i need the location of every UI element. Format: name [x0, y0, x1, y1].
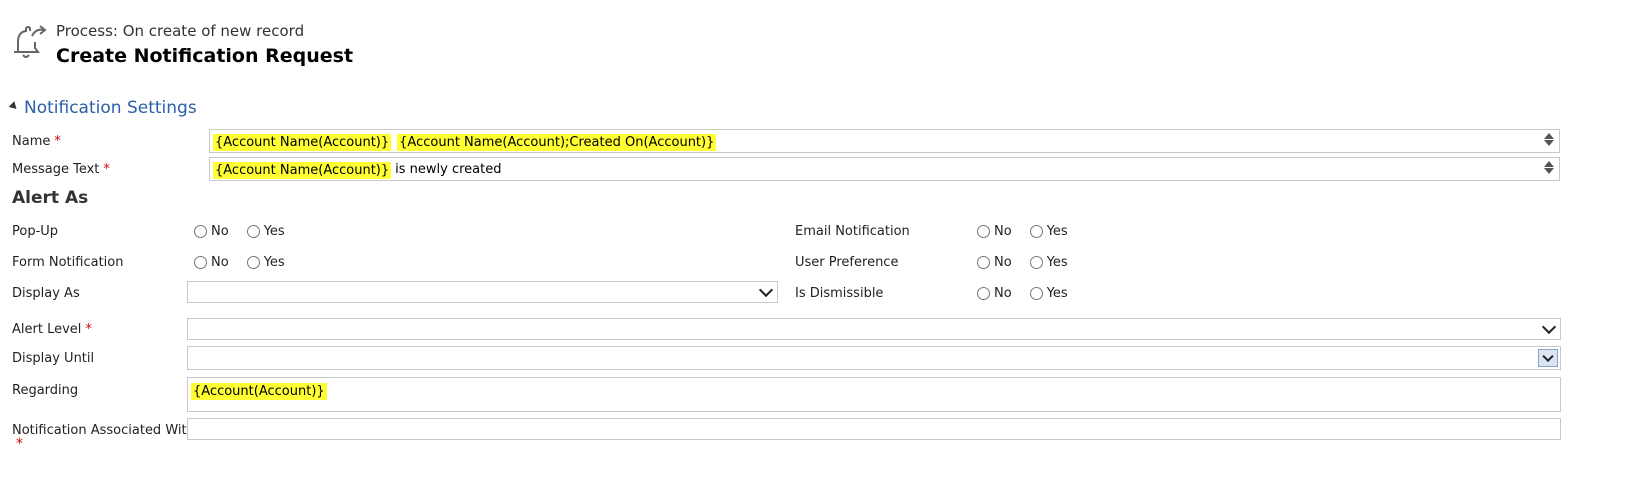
chevron-down-icon[interactable]: [1542, 350, 1554, 363]
option-label: Yes: [1046, 255, 1068, 270]
section-label: Notification Settings: [24, 98, 197, 118]
spinner-icon[interactable]: [1543, 160, 1555, 178]
popup-yes-option[interactable]: Yes: [246, 224, 285, 239]
option-label: Yes: [1046, 286, 1068, 301]
notification-associated-with-field[interactable]: [187, 418, 1561, 440]
option-label: Yes: [263, 224, 285, 239]
form-notification-no-option[interactable]: No: [194, 255, 229, 270]
option-label: No: [994, 286, 1012, 301]
radio-icon[interactable]: [1029, 287, 1043, 300]
radio-icon[interactable]: [977, 287, 990, 300]
radio-icon[interactable]: [977, 225, 990, 238]
option-label: Yes: [263, 255, 285, 270]
option-label: No: [994, 255, 1012, 270]
email-notification-label: Email Notification: [795, 224, 910, 239]
is-dismissible-radio-group: No Yes: [977, 286, 1082, 301]
radio-icon[interactable]: [1029, 256, 1043, 269]
message-label: Message Text *: [12, 162, 110, 177]
name-field[interactable]: {Account Name(Account)} {Account Name(Ac…: [209, 129, 1560, 153]
email-notification-yes-option[interactable]: Yes: [1029, 224, 1068, 239]
option-label: Yes: [1046, 224, 1068, 239]
name-label-text: Name: [12, 134, 51, 149]
regarding-field[interactable]: {Account(Account)}: [187, 377, 1561, 412]
alert-level-select[interactable]: [187, 318, 1561, 340]
required-marker: *: [54, 134, 61, 149]
form-notification-yes-option[interactable]: Yes: [246, 255, 285, 270]
user-preference-no-option[interactable]: No: [977, 255, 1012, 270]
radio-icon[interactable]: [246, 225, 260, 238]
chevron-down-icon[interactable]: [1541, 319, 1557, 335]
dropdown-button[interactable]: [1538, 349, 1558, 367]
message-token[interactable]: {Account Name(Account)}: [213, 162, 392, 179]
alert-as-heading: Alert As: [12, 188, 89, 208]
popup-no-option[interactable]: No: [194, 224, 229, 239]
collapse-triangle-icon[interactable]: [8, 100, 20, 112]
is-dismissible-no-option[interactable]: No: [977, 286, 1012, 301]
name-token-1[interactable]: {Account Name(Account)}: [213, 134, 392, 151]
user-preference-radio-group: No Yes: [977, 255, 1082, 270]
name-token-2[interactable]: {Account Name(Account);Created On(Accoun…: [397, 134, 717, 151]
display-until-label: Display Until: [12, 351, 95, 366]
page-title: Create Notification Request: [56, 45, 354, 67]
alert-level-label: Alert Level *: [12, 322, 92, 337]
bell-with-arrow-icon: [14, 25, 47, 58]
display-until-field[interactable]: [187, 346, 1561, 370]
option-label: No: [211, 255, 229, 270]
notification-associated-with-label: Notification Associated With: [12, 423, 195, 438]
form-notification-label: Form Notification: [12, 255, 124, 270]
email-notification-no-option[interactable]: No: [977, 224, 1012, 239]
display-as-label: Display As: [12, 286, 80, 301]
is-dismissible-label: Is Dismissible: [795, 286, 884, 301]
process-line: Process: On create of new record: [56, 22, 305, 40]
alert-level-label-text: Alert Level: [12, 322, 82, 337]
radio-icon[interactable]: [1029, 225, 1043, 238]
option-label: No: [211, 224, 229, 239]
required-marker: *: [85, 322, 92, 337]
is-dismissible-yes-option[interactable]: Yes: [1029, 286, 1068, 301]
radio-icon[interactable]: [194, 256, 207, 269]
radio-icon[interactable]: [977, 256, 990, 269]
user-preference-label: User Preference: [795, 255, 899, 270]
chevron-down-icon[interactable]: [758, 282, 774, 298]
popup-label: Pop-Up: [12, 224, 59, 239]
message-text-field[interactable]: {Account Name(Account)} is newly created: [209, 157, 1560, 181]
regarding-token[interactable]: {Account(Account)}: [191, 383, 327, 400]
name-label: Name *: [12, 134, 61, 149]
user-preference-yes-option[interactable]: Yes: [1029, 255, 1068, 270]
popup-radio-group: No Yes: [194, 224, 299, 239]
required-marker: *: [103, 162, 110, 177]
message-text: is newly created: [395, 162, 502, 177]
option-label: No: [994, 224, 1012, 239]
required-marker: *: [16, 436, 23, 452]
spinner-icon[interactable]: [1543, 132, 1555, 150]
radio-icon[interactable]: [194, 225, 207, 238]
radio-icon[interactable]: [246, 256, 260, 269]
display-as-select[interactable]: [187, 281, 778, 303]
section-notification-settings[interactable]: Notification Settings: [8, 98, 197, 118]
message-label-text: Message Text: [12, 162, 100, 177]
email-notification-radio-group: No Yes: [977, 224, 1082, 239]
regarding-label: Regarding: [12, 383, 79, 398]
form-notification-radio-group: No Yes: [194, 255, 299, 270]
